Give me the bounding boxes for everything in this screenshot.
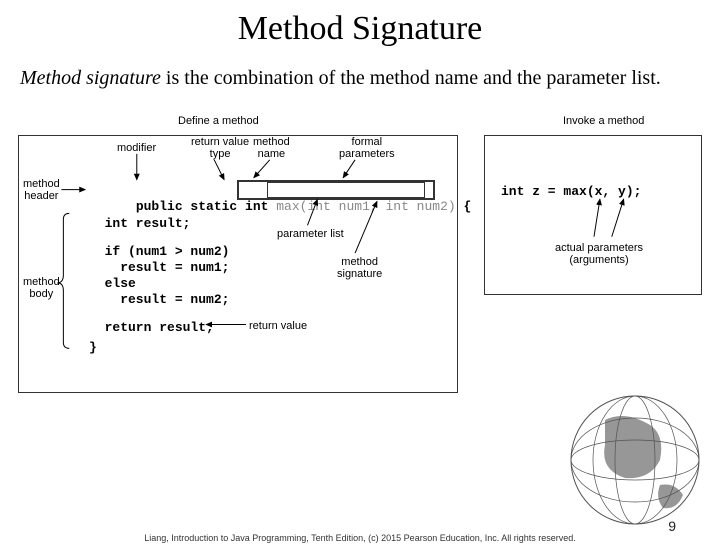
slide-description: Method signature is the combination of t… (20, 66, 700, 91)
diagram-area: Define a method Invoke a method modifier… (18, 117, 702, 407)
label-parameter-list: parameter list (277, 228, 344, 240)
label-method-body: method body (23, 276, 60, 300)
slide-title: Method Signature (0, 10, 720, 48)
left-arrows (19, 136, 457, 392)
label-method-header: method header (23, 178, 60, 202)
label-return-value: return value (249, 320, 307, 332)
label-method-signature: method signature (337, 256, 382, 280)
desc-emphasis: Method signature (20, 67, 161, 89)
globe-icon (565, 390, 705, 530)
label-invoke: Invoke a method (563, 115, 644, 127)
footer-copyright: Liang, Introduction to Java Programming,… (0, 533, 720, 544)
invoke-method-box: int z = max(x, y); actual parameters (ar… (484, 135, 702, 295)
code-header-brace: { (456, 199, 472, 214)
code-l6: return result; (89, 320, 214, 335)
code-l4: else (89, 276, 136, 291)
label-formal-params: formal parameters (339, 136, 395, 160)
right-arrows (485, 136, 701, 294)
label-actual-params: actual parameters (arguments) (555, 242, 643, 266)
label-return-type: return value type (191, 136, 249, 160)
code-l7: } (89, 340, 97, 355)
code-invoke: int z = max(x, y); (501, 184, 641, 199)
code-l3: result = num1; (89, 260, 229, 275)
define-method-box: modifier return value type method name f… (18, 135, 458, 393)
code-l1: int result; (89, 216, 190, 231)
desc-rest: is the combination of the method name an… (161, 67, 661, 89)
paramlist-box (267, 182, 425, 198)
label-method-name: method name (253, 136, 290, 160)
code-header-signature: max(int num1, int num2) (276, 199, 455, 214)
code-l2: if (num1 > num2) (89, 244, 229, 259)
label-modifier: modifier (117, 142, 156, 154)
code-l5: result = num2; (89, 292, 229, 307)
label-define: Define a method (178, 115, 259, 127)
page-number: 9 (668, 518, 676, 534)
code-header-modifiers: public static int (136, 199, 276, 214)
